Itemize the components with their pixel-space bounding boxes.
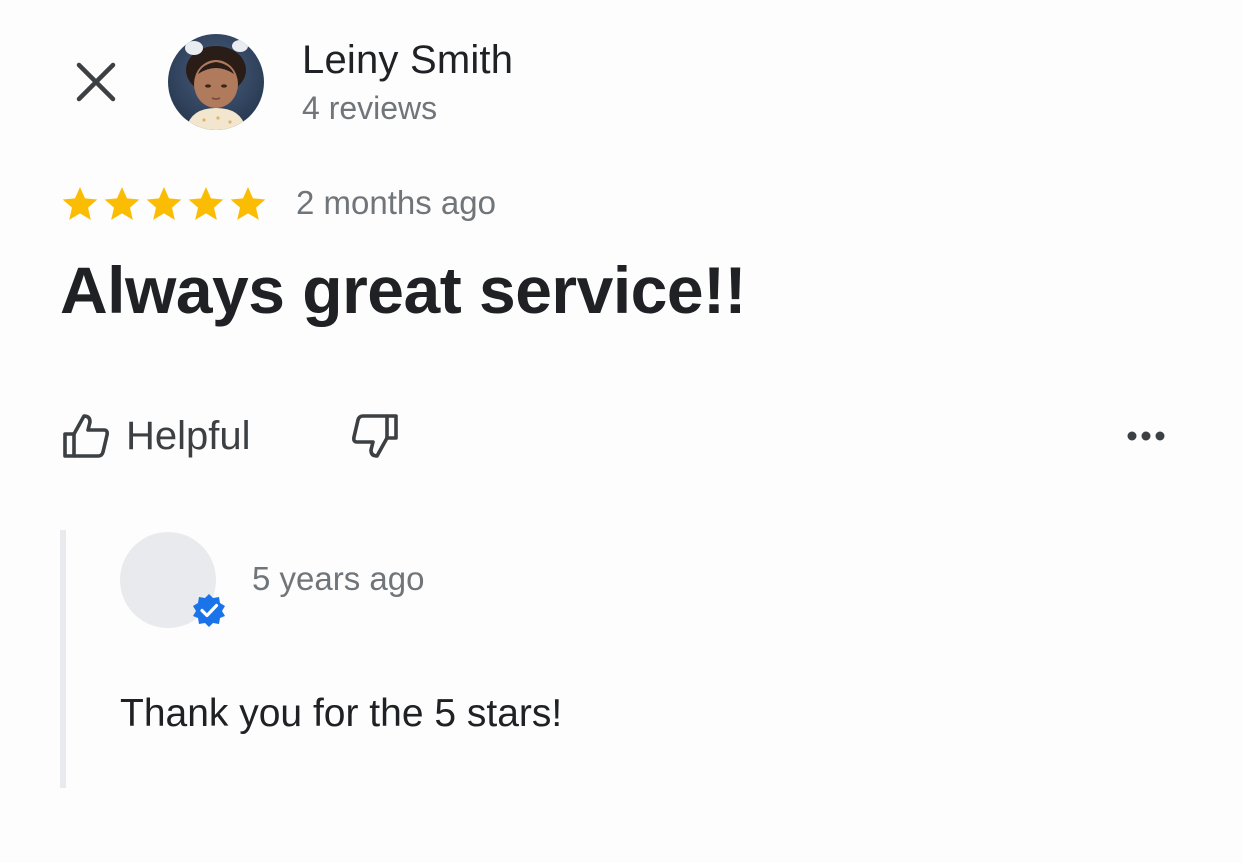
more-horizontal-icon xyxy=(1127,431,1165,441)
reply-text: Thank you for the 5 stars! xyxy=(120,692,563,735)
reviewer-avatar[interactable] xyxy=(168,34,264,130)
thumbs-up-icon xyxy=(63,414,109,458)
helpful-button[interactable]: Helpful xyxy=(60,406,251,466)
star-icon xyxy=(146,187,182,220)
reviewer-photo xyxy=(168,34,264,130)
review-count: 4 reviews xyxy=(302,90,438,126)
review-text: Always great service!! xyxy=(60,253,747,327)
more-options-button[interactable] xyxy=(1118,414,1174,458)
thumbs-down-icon xyxy=(352,414,398,458)
close-icon xyxy=(76,62,116,102)
star-icon xyxy=(188,187,224,220)
close-button[interactable] xyxy=(66,52,126,112)
reply-date: 5 years ago xyxy=(252,560,425,597)
star-rating xyxy=(60,184,268,226)
helpful-label: Helpful xyxy=(126,413,251,458)
not-helpful-button[interactable] xyxy=(344,406,406,466)
star-icon xyxy=(62,187,98,220)
owner-reply: 5 years ago Thank you for the 5 stars! xyxy=(60,530,760,788)
reviewer-name[interactable]: Leiny Smith xyxy=(302,38,513,83)
star-icon xyxy=(104,187,140,220)
review-date: 2 months ago xyxy=(296,184,496,221)
review-detail-panel: Leiny Smith 4 reviews 2 months ago Alway… xyxy=(0,0,1242,863)
star-icon xyxy=(230,187,266,220)
verified-badge-icon xyxy=(193,594,225,627)
